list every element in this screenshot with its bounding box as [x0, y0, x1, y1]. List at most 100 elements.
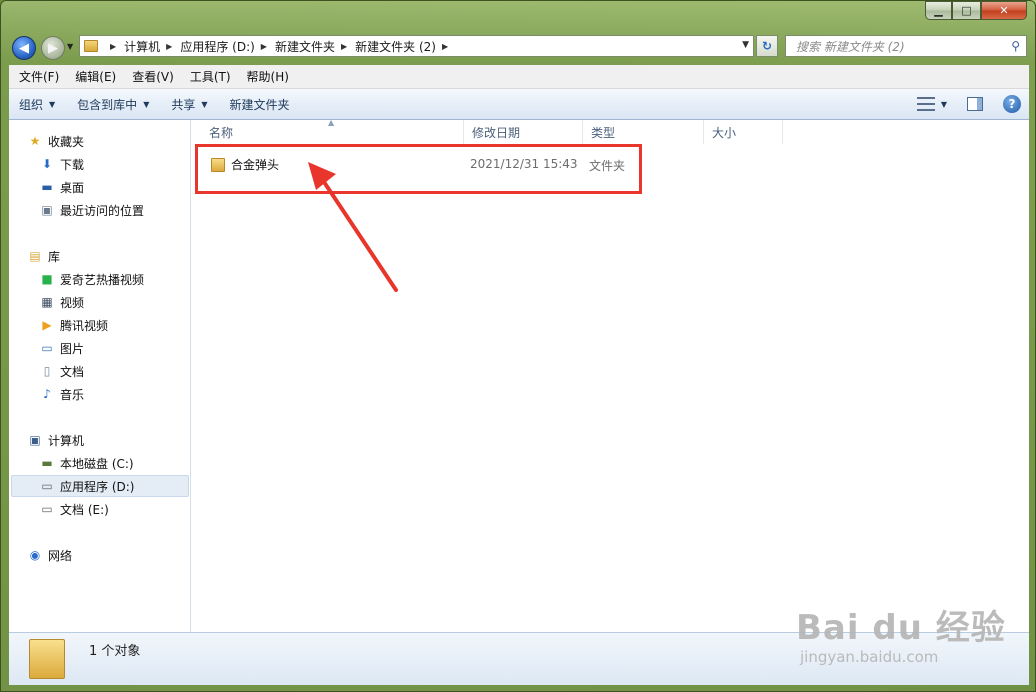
- nav-item-label: 腾讯视频: [60, 318, 109, 333]
- nav-item-downloads[interactable]: ⬇ 下载: [39, 154, 84, 174]
- desktop-icon: ▬: [41, 180, 53, 194]
- organize-button[interactable]: 组织 ▼: [19, 96, 55, 113]
- picture-icon: ▭: [41, 341, 53, 355]
- nav-item-label: 最近访问的位置: [60, 203, 145, 218]
- nav-item-music[interactable]: ♪ 音乐: [39, 384, 84, 404]
- preview-pane-icon[interactable]: [967, 97, 983, 111]
- nav-item-label: 爱奇艺热播视频: [60, 272, 145, 287]
- folder-icon: [84, 40, 98, 52]
- nav-network[interactable]: ◉ 网络: [27, 545, 72, 565]
- nav-item-drive-d[interactable]: ▭ 应用程序 (D:): [39, 476, 134, 496]
- menu-view[interactable]: 查看(V): [124, 68, 182, 85]
- nav-item-label: 文档 (E:): [60, 502, 109, 517]
- navigation-pane: ★ 收藏夹 ⬇ 下载 ▬ 桌面 ▣ 最近访问的位置 ▤ 库 ■ 爱奇艺热播视频 …: [9, 120, 191, 632]
- nav-item-iqiyi[interactable]: ■ 爱奇艺热播视频: [39, 269, 144, 289]
- share-button[interactable]: 共享 ▼: [171, 96, 207, 113]
- nav-item-label: 文档: [60, 364, 85, 379]
- computer-icon: ▣: [29, 433, 41, 447]
- address-dropdown-icon[interactable]: ▼: [742, 40, 749, 50]
- system-drive-icon: ▬: [41, 456, 53, 470]
- nav-favorites[interactable]: ★ 收藏夹: [27, 131, 84, 151]
- breadcrumb-new-folder-2[interactable]: 新建文件夹 (2): [355, 38, 436, 55]
- chevron-down-icon: ▼: [201, 99, 208, 109]
- nav-item-tencent-video[interactable]: ▶ 腾讯视频: [39, 315, 108, 335]
- breadcrumb-arrow-icon[interactable]: ▶: [110, 42, 116, 51]
- video-icon: ▦: [41, 295, 53, 309]
- search-input[interactable]: 搜索 新建文件夹 (2) ⚲: [785, 35, 1027, 57]
- menu-help[interactable]: 帮助(H): [239, 68, 297, 85]
- forward-button[interactable]: ▶: [41, 36, 65, 60]
- network-icon: ◉: [29, 548, 41, 562]
- view-options-icon[interactable]: [916, 97, 935, 111]
- nav-item-label: 下载: [60, 157, 85, 172]
- annotation-arrow: [308, 162, 398, 292]
- column-header-label: 名称: [209, 125, 234, 140]
- menu-bar: 文件(F) 编辑(E) 查看(V) 工具(T) 帮助(H): [9, 65, 1029, 89]
- nav-favorites-label: 收藏夹: [48, 134, 85, 149]
- drive-icon: ▭: [41, 479, 53, 493]
- menu-file[interactable]: 文件(F): [11, 68, 67, 85]
- include-in-library-button[interactable]: 包含到库中 ▼: [77, 96, 149, 113]
- command-bar: 组织 ▼ 包含到库中 ▼ 共享 ▼ 新建文件夹 ▼ ?: [9, 89, 1029, 120]
- baidu-watermark: Bai du 经验 jingyan.baidu.com: [796, 570, 1016, 680]
- breadcrumb-drive-d[interactable]: 应用程序 (D:): [180, 38, 254, 55]
- highlight-box: [195, 144, 642, 194]
- address-bar[interactable]: ▶ 计算机 ▶ 应用程序 (D:) ▶ 新建文件夹 ▶ 新建文件夹 (2) ▶ …: [79, 35, 754, 57]
- search-icon[interactable]: ⚲: [1011, 39, 1020, 53]
- minimize-button[interactable]: ▁: [925, 1, 952, 20]
- caption-buttons: ▁ □ ✕: [925, 1, 1027, 20]
- chevron-down-icon: ▼: [49, 99, 56, 109]
- tencent-video-icon: ▶: [42, 318, 52, 332]
- nav-item-drive-e[interactable]: ▭ 文档 (E:): [39, 499, 109, 519]
- large-folder-icon: [29, 639, 65, 679]
- menu-edit[interactable]: 编辑(E): [67, 68, 124, 85]
- nav-item-recent[interactable]: ▣ 最近访问的位置: [39, 200, 144, 220]
- breadcrumb-arrow-icon[interactable]: ▶: [341, 42, 347, 51]
- library-icon: ▤: [29, 249, 41, 263]
- nav-computer-label: 计算机: [48, 433, 85, 448]
- watermark-brand: Bai du 经验: [796, 608, 1006, 648]
- breadcrumb-new-folder[interactable]: 新建文件夹: [275, 38, 335, 55]
- refresh-button[interactable]: ↻: [756, 35, 778, 57]
- breadcrumb-arrow-icon[interactable]: ▶: [166, 42, 172, 51]
- nav-item-label: 音乐: [60, 387, 85, 402]
- column-header-date[interactable]: 修改日期: [464, 120, 583, 144]
- watermark-url: jingyan.baidu.com: [800, 648, 939, 666]
- nav-item-label: 应用程序 (D:): [60, 479, 135, 494]
- nav-item-label: 图片: [60, 341, 85, 356]
- new-folder-button[interactable]: 新建文件夹: [230, 96, 290, 113]
- nav-computer[interactable]: ▣ 计算机: [27, 430, 84, 450]
- back-button[interactable]: ◀: [12, 36, 36, 60]
- search-placeholder: 搜索 新建文件夹 (2): [796, 39, 905, 54]
- recent-places-icon: ▣: [41, 203, 53, 217]
- nav-item-label: 桌面: [60, 180, 85, 195]
- help-icon[interactable]: ?: [1003, 95, 1021, 113]
- nav-item-pictures[interactable]: ▭ 图片: [39, 338, 84, 358]
- nav-item-label: 视频: [60, 295, 85, 310]
- nav-item-label: 本地磁盘 (C:): [60, 456, 134, 471]
- breadcrumb-arrow-icon[interactable]: ▶: [261, 42, 267, 51]
- menu-tools[interactable]: 工具(T): [182, 68, 239, 85]
- column-header-name[interactable]: 名称: [201, 120, 464, 144]
- nav-item-documents[interactable]: ▯ 文档: [39, 361, 84, 381]
- breadcrumb-arrow-icon[interactable]: ▶: [442, 42, 448, 51]
- breadcrumb-computer[interactable]: 计算机: [124, 38, 160, 55]
- column-header-label: 大小: [712, 125, 737, 140]
- organize-label: 组织: [19, 97, 44, 112]
- include-in-library-label: 包含到库中: [77, 97, 138, 112]
- column-header-size[interactable]: 大小: [704, 120, 783, 144]
- status-item-count: 1 个对象: [89, 644, 141, 659]
- close-button[interactable]: ✕: [981, 1, 1027, 20]
- toolbar-right: ▼ ?: [916, 95, 1021, 113]
- document-icon: ▯: [43, 364, 51, 378]
- nav-libraries[interactable]: ▤ 库: [27, 246, 60, 266]
- column-header-label: 修改日期: [472, 125, 521, 140]
- nav-item-videos[interactable]: ▦ 视频: [39, 292, 84, 312]
- column-header-type[interactable]: 类型: [583, 120, 704, 144]
- recent-pages-dropdown[interactable]: ▼: [67, 42, 73, 51]
- refresh-icon: ↻: [761, 39, 773, 53]
- view-chevron-down-icon[interactable]: ▼: [941, 100, 947, 109]
- nav-item-drive-c[interactable]: ▬ 本地磁盘 (C:): [39, 453, 134, 473]
- maximize-button[interactable]: □: [952, 1, 981, 20]
- nav-item-desktop[interactable]: ▬ 桌面: [39, 177, 84, 197]
